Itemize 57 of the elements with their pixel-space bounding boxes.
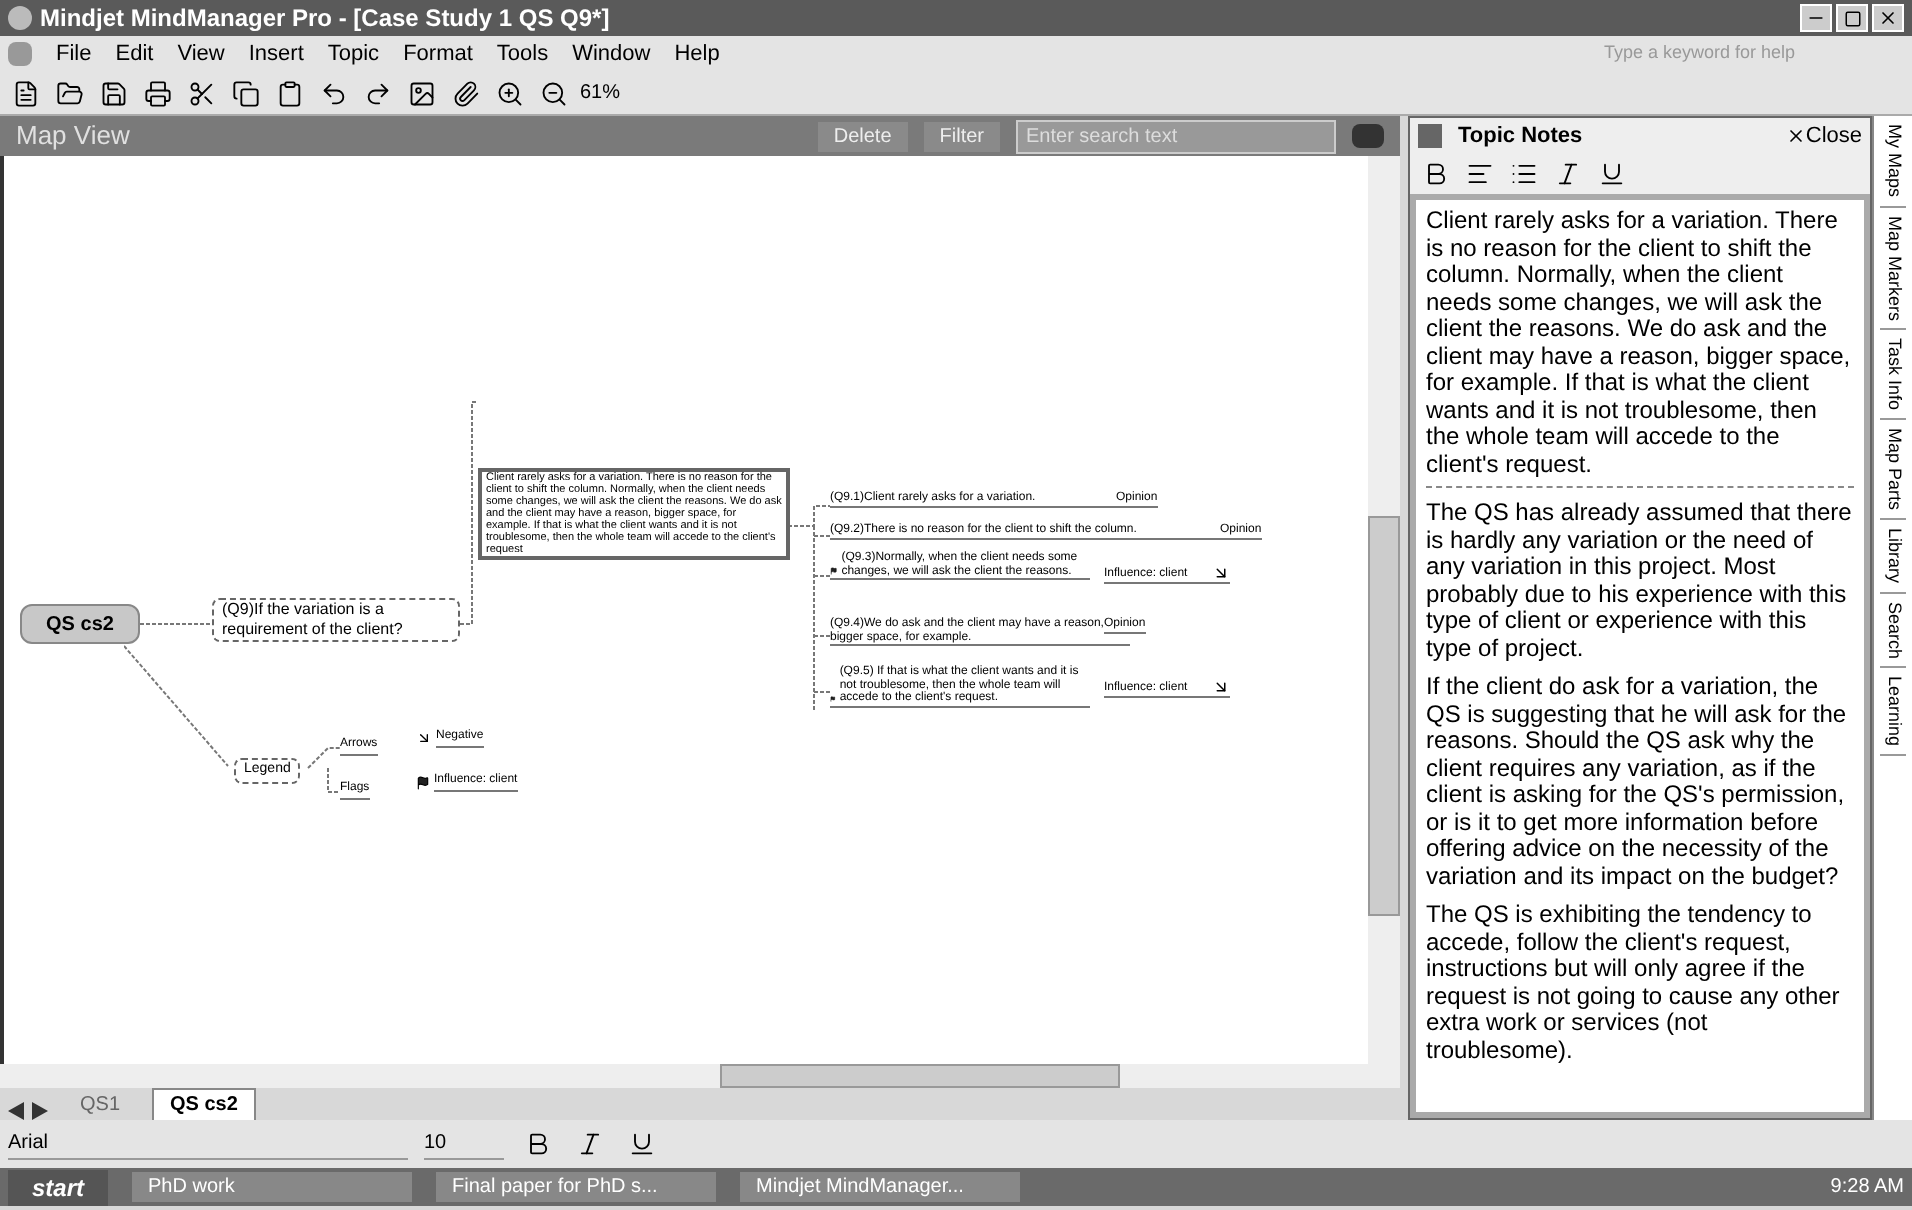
menu-item[interactable]: Help [674, 37, 720, 71]
size-field[interactable]: 10 [424, 1128, 504, 1160]
menu-item[interactable]: Tools [496, 37, 549, 71]
navigation-arrows-icon[interactable] [8, 1102, 48, 1120]
menu-item[interactable]: Insert [248, 37, 304, 71]
font-field[interactable]: Arial [8, 1128, 408, 1160]
window-title: Mindjet MindManager Pro - [Case Study 1 QS Q9*] [40, 2, 610, 36]
main-topic[interactable]: (Q9)If the variation is a requirement of the client? [212, 598, 460, 642]
flag-icon [830, 691, 836, 705]
note-paragraph: If the client do ask for a variation, the QS is suggesting that he will ask for the reasons. Should the QS ask why the client requires any variation, as if the client is asking for the QS's permission, or is it to get more information before offering advice on the necessity of the variation and its impact on the budget? [1426, 674, 1849, 890]
close-button[interactable]: Close [1785, 119, 1862, 153]
zoom-level[interactable]: 61% [580, 78, 700, 108]
map-tab[interactable]: QS1 [64, 1090, 137, 1120]
start-button[interactable]: start [8, 1169, 109, 1205]
menu-item[interactable]: Window [572, 37, 651, 71]
note-paragraph: Client rarely asks for a variation. There is no reason for the client to shift the column. Normally, when the client needs some changes, we will ask the client the reasons. We do ask and the client may have a reason, bigger space, for example. If that is what the client wants and it is not troublesome, then the whole team will accede to the client's request. [1426, 208, 1854, 488]
arrow-icon [416, 730, 432, 746]
taskbar-button[interactable]: Mindjet MindManager... [740, 1172, 1021, 1202]
central-topic[interactable]: QS cs2 [20, 604, 140, 644]
menu-item[interactable]: View [177, 37, 225, 71]
menu-item[interactable]: Format [403, 37, 473, 71]
arrow-icon [1211, 678, 1230, 696]
connector-line [124, 645, 229, 767]
arrow-icon [1211, 564, 1230, 582]
side-tab[interactable]: Learning [1879, 676, 1907, 757]
map-tab[interactable]: QS cs2 [152, 1088, 256, 1120]
taskbar-button[interactable]: PhD work [132, 1172, 413, 1202]
side-tab[interactable]: Search [1879, 601, 1907, 669]
notes-title: Topic Notes [1458, 121, 1583, 152]
vertical-scrollbar[interactable] [1368, 156, 1400, 1064]
close-button[interactable] [1872, 4, 1904, 32]
menu-item[interactable]: Topic [327, 37, 380, 71]
maximize-icon [1843, 9, 1861, 27]
horizontal-scrollbar[interactable] [0, 1064, 1400, 1088]
side-tab[interactable]: Task Info [1879, 338, 1907, 421]
map-view-title: Map View [16, 118, 130, 155]
scroll-thumb[interactable] [1368, 516, 1400, 916]
maximize-button[interactable] [1836, 4, 1868, 32]
side-tab[interactable]: My Maps [1879, 124, 1907, 208]
side-tab[interactable]: Library [1879, 528, 1907, 594]
connector-line [139, 623, 213, 625]
copy-icon[interactable] [228, 75, 264, 111]
print-icon[interactable] [140, 75, 176, 111]
side-tab[interactable]: Map Parts [1879, 428, 1907, 521]
menu-item[interactable]: Edit [115, 37, 154, 71]
taskbar-button[interactable]: Final paper for PhD s... [436, 1172, 717, 1202]
side-tab[interactable]: Map Markers [1879, 215, 1907, 331]
minimize-button[interactable] [1800, 4, 1832, 32]
app-icon [8, 6, 32, 30]
close-icon [1878, 8, 1898, 28]
menu-item[interactable]: File [56, 37, 92, 71]
clock: 9:28 AM [1830, 1174, 1904, 1202]
flag-icon [830, 564, 838, 578]
note-paragraph: The QS has already assumed that there is hardly any variation or the need of any variation in this project. Most probably due to his experience with this type of client or experience with this type of project. [1426, 500, 1854, 662]
note-paragraph: The QS is exhibiting the tendency to accede, follow the client's request, instructions but will only agree if the request is not going to cause any other extra work or services (not troublesome). [1426, 902, 1842, 1064]
flag-icon [416, 775, 430, 789]
close-icon [1785, 126, 1806, 146]
